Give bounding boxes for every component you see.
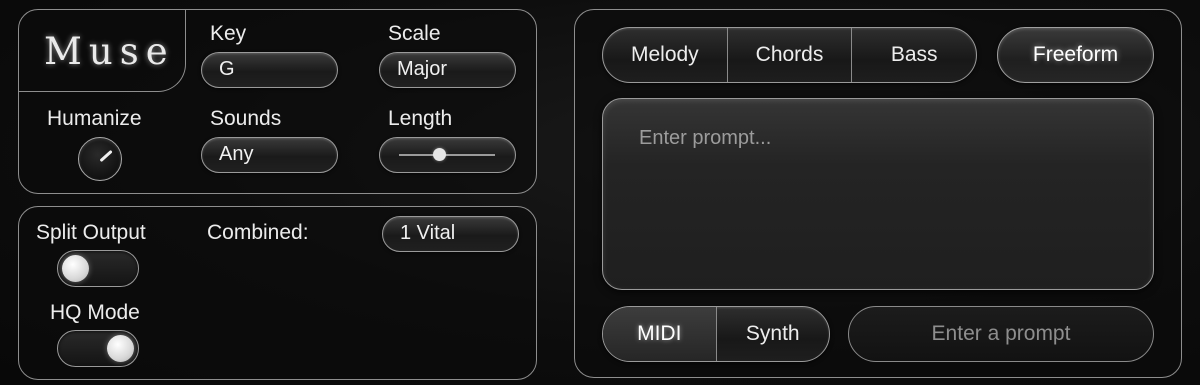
sounds-label: Sounds — [210, 107, 282, 130]
key-dropdown[interactable]: G — [201, 52, 338, 88]
humanize-label: Humanize — [47, 107, 142, 130]
scale-dropdown[interactable]: Major — [379, 52, 516, 88]
length-slider-track[interactable] — [399, 154, 495, 156]
split-output-label: Split Output — [36, 221, 146, 244]
key-label: Key — [210, 22, 247, 45]
split-output-toggle[interactable] — [57, 250, 139, 287]
option-synth[interactable]: Synth — [717, 307, 830, 361]
freeform-button[interactable]: Freeform — [997, 27, 1154, 83]
length-slider-thumb[interactable] — [432, 148, 446, 161]
hq-mode-toggle[interactable] — [57, 330, 139, 367]
output-type-selector: MIDI Synth — [602, 306, 830, 362]
sounds-dropdown[interactable]: Any — [201, 137, 338, 173]
knob-indicator — [99, 149, 113, 163]
tab-melody[interactable]: Melody — [603, 28, 728, 82]
tab-chords[interactable]: Chords — [728, 28, 853, 82]
hq-mode-label: HQ Mode — [50, 301, 140, 324]
combined-dropdown[interactable]: 1 Vital — [382, 216, 519, 252]
tab-bass[interactable]: Bass — [852, 28, 976, 82]
length-label: Length — [388, 107, 453, 130]
humanize-knob[interactable] — [78, 137, 122, 181]
toggle-thumb — [62, 255, 89, 282]
combined-label: Combined: — [207, 221, 309, 244]
option-midi[interactable]: MIDI — [603, 307, 717, 361]
toggle-thumb — [107, 335, 134, 362]
scale-label: Scale — [388, 22, 441, 45]
prompt-placeholder: Enter prompt... — [639, 127, 772, 149]
generate-button[interactable]: Enter a prompt — [848, 306, 1154, 362]
mode-tabs: Melody Chords Bass — [602, 27, 977, 83]
prompt-textarea[interactable]: Enter prompt... — [602, 98, 1154, 290]
app-logo: Muse — [44, 30, 175, 73]
